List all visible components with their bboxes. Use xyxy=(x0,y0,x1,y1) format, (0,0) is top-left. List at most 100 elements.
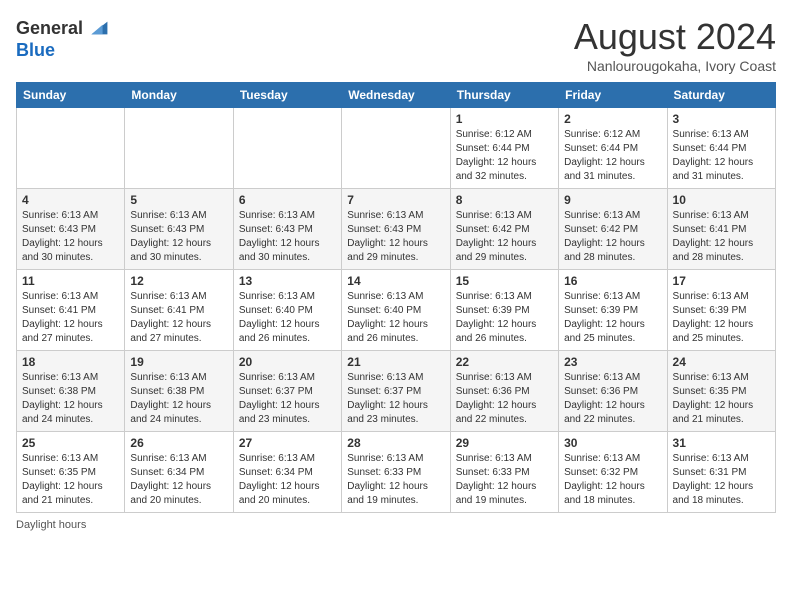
footer-text: Daylight hours xyxy=(16,519,86,531)
calendar-cell: 9 Sunrise: 6:13 AM Sunset: 6:42 PM Daylig… xyxy=(559,189,667,270)
calendar-cell: 16Sunrise: 6:13 AM Sunset: 6:39 PM Dayli… xyxy=(559,270,667,351)
calendar-week-5: 25Sunrise: 6:13 AM Sunset: 6:35 PM Dayli… xyxy=(17,432,776,513)
day-info: Sunrise: 6:13 AM Sunset: 6:40 PM Dayligh… xyxy=(347,290,444,346)
day-info: Sunrise: 6:13 AM Sunset: 6:40 PM Dayligh… xyxy=(239,290,336,346)
day-info: Sunrise: 6:12 AM Sunset: 6:44 PM Dayligh… xyxy=(456,128,553,184)
day-number: 26 xyxy=(130,436,227,450)
day-info: Sunrise: 6:13 AM Sunset: 6:37 PM Dayligh… xyxy=(347,371,444,427)
day-number: 22 xyxy=(456,355,553,369)
calendar-cell xyxy=(125,108,233,189)
footer: Daylight hours xyxy=(16,519,776,531)
day-number: 18 xyxy=(22,355,119,369)
calendar-header-wednesday: Wednesday xyxy=(342,83,450,108)
location: Nanlourougokaha, Ivory Coast xyxy=(574,58,776,74)
day-number: 8 xyxy=(456,193,553,207)
day-number: 21 xyxy=(347,355,444,369)
day-info: Sunrise: 6:13 AM Sunset: 6:34 PM Dayligh… xyxy=(130,452,227,508)
day-info: Sunrise: 6:13 AM Sunset: 6:33 PM Dayligh… xyxy=(347,452,444,508)
day-info: Sunrise: 6:13 AM Sunset: 6:41 PM Dayligh… xyxy=(22,290,119,346)
page-header: General Blue August 2024 Nanlourougokaha… xyxy=(16,16,776,74)
calendar-cell: 19Sunrise: 6:13 AM Sunset: 6:38 PM Dayli… xyxy=(125,351,233,432)
day-info: Sunrise: 6:13 AM Sunset: 6:36 PM Dayligh… xyxy=(564,371,661,427)
calendar-cell: 29Sunrise: 6:13 AM Sunset: 6:33 PM Dayli… xyxy=(450,432,558,513)
day-info: Sunrise: 6:13 AM Sunset: 6:36 PM Dayligh… xyxy=(456,371,553,427)
calendar-cell: 14 Sunrise: 6:13 AM Sunset: 6:40 PM Dayli… xyxy=(342,270,450,351)
day-number: 15 xyxy=(456,274,553,288)
calendar-header-friday: Friday xyxy=(559,83,667,108)
day-info: Sunrise: 6:13 AM Sunset: 6:42 PM Dayligh… xyxy=(564,209,661,265)
calendar-cell: 11 Sunrise: 6:13 AM Sunset: 6:41 PM Dayli… xyxy=(17,270,125,351)
calendar-week-3: 11 Sunrise: 6:13 AM Sunset: 6:41 PM Dayli… xyxy=(17,270,776,351)
calendar-cell: 25Sunrise: 6:13 AM Sunset: 6:35 PM Dayli… xyxy=(17,432,125,513)
day-number: 5 xyxy=(130,193,227,207)
day-info: Sunrise: 6:13 AM Sunset: 6:44 PM Dayligh… xyxy=(673,128,770,184)
calendar-cell: 7 Sunrise: 6:13 AM Sunset: 6:43 PM Daylig… xyxy=(342,189,450,270)
day-number: 1 xyxy=(456,112,553,126)
calendar-cell: 17 Sunrise: 6:13 AM Sunset: 6:39 PM Dayli… xyxy=(667,270,775,351)
title-area: August 2024 Nanlourougokaha, Ivory Coast xyxy=(574,16,776,74)
day-info: Sunrise: 6:13 AM Sunset: 6:39 PM Dayligh… xyxy=(673,290,770,346)
calendar-cell: 30 Sunrise: 6:13 AM Sunset: 6:32 PM Dayli… xyxy=(559,432,667,513)
logo-general-text: General xyxy=(16,18,83,39)
day-number: 2 xyxy=(564,112,661,126)
calendar-cell xyxy=(342,108,450,189)
calendar-cell: 3 Sunrise: 6:13 AM Sunset: 6:44 PM Daylig… xyxy=(667,108,775,189)
day-number: 31 xyxy=(673,436,770,450)
day-info: Sunrise: 6:13 AM Sunset: 6:43 PM Dayligh… xyxy=(22,209,119,265)
day-number: 13 xyxy=(239,274,336,288)
day-info: Sunrise: 6:13 AM Sunset: 6:43 PM Dayligh… xyxy=(347,209,444,265)
calendar-week-4: 18 Sunrise: 6:13 AM Sunset: 6:38 PM Dayli… xyxy=(17,351,776,432)
calendar-cell: 28 Sunrise: 6:13 AM Sunset: 6:33 PM Dayli… xyxy=(342,432,450,513)
calendar-cell xyxy=(233,108,341,189)
month-title: August 2024 xyxy=(574,16,776,58)
day-info: Sunrise: 6:13 AM Sunset: 6:41 PM Dayligh… xyxy=(673,209,770,265)
day-number: 7 xyxy=(347,193,444,207)
calendar-cell: 31 Sunrise: 6:13 AM Sunset: 6:31 PM Dayli… xyxy=(667,432,775,513)
day-number: 4 xyxy=(22,193,119,207)
calendar-week-2: 4 Sunrise: 6:13 AM Sunset: 6:43 PM Daylig… xyxy=(17,189,776,270)
calendar-cell: 4 Sunrise: 6:13 AM Sunset: 6:43 PM Daylig… xyxy=(17,189,125,270)
day-number: 6 xyxy=(239,193,336,207)
calendar-cell: 10Sunrise: 6:13 AM Sunset: 6:41 PM Dayli… xyxy=(667,189,775,270)
calendar-week-1: 1 Sunrise: 6:12 AM Sunset: 6:44 PM Daylig… xyxy=(17,108,776,189)
calendar-header-tuesday: Tuesday xyxy=(233,83,341,108)
day-number: 3 xyxy=(673,112,770,126)
day-number: 25 xyxy=(22,436,119,450)
day-info: Sunrise: 6:13 AM Sunset: 6:32 PM Dayligh… xyxy=(564,452,661,508)
logo: General Blue xyxy=(16,16,109,61)
day-number: 17 xyxy=(673,274,770,288)
calendar-cell: 5 Sunrise: 6:13 AM Sunset: 6:43 PM Daylig… xyxy=(125,189,233,270)
calendar-cell: 12Sunrise: 6:13 AM Sunset: 6:41 PM Dayli… xyxy=(125,270,233,351)
calendar-cell: 22 Sunrise: 6:13 AM Sunset: 6:36 PM Dayli… xyxy=(450,351,558,432)
day-info: Sunrise: 6:13 AM Sunset: 6:35 PM Dayligh… xyxy=(673,371,770,427)
day-number: 29 xyxy=(456,436,553,450)
day-number: 9 xyxy=(564,193,661,207)
day-number: 27 xyxy=(239,436,336,450)
calendar-cell: 26 Sunrise: 6:13 AM Sunset: 6:34 PM Dayli… xyxy=(125,432,233,513)
day-info: Sunrise: 6:13 AM Sunset: 6:38 PM Dayligh… xyxy=(130,371,227,427)
calendar-cell: 6Sunrise: 6:13 AM Sunset: 6:43 PM Daylig… xyxy=(233,189,341,270)
calendar-cell: 2Sunrise: 6:12 AM Sunset: 6:44 PM Daylig… xyxy=(559,108,667,189)
day-number: 28 xyxy=(347,436,444,450)
logo-icon xyxy=(85,16,109,40)
day-number: 12 xyxy=(130,274,227,288)
calendar-cell: 27 Sunrise: 6:13 AM Sunset: 6:34 PM Dayli… xyxy=(233,432,341,513)
day-info: Sunrise: 6:13 AM Sunset: 6:42 PM Dayligh… xyxy=(456,209,553,265)
day-number: 11 xyxy=(22,274,119,288)
calendar-cell: 23 Sunrise: 6:13 AM Sunset: 6:36 PM Dayli… xyxy=(559,351,667,432)
day-info: Sunrise: 6:13 AM Sunset: 6:31 PM Dayligh… xyxy=(673,452,770,508)
day-info: Sunrise: 6:13 AM Sunset: 6:39 PM Dayligh… xyxy=(456,290,553,346)
calendar-header-saturday: Saturday xyxy=(667,83,775,108)
day-number: 30 xyxy=(564,436,661,450)
calendar-cell: 1 Sunrise: 6:12 AM Sunset: 6:44 PM Daylig… xyxy=(450,108,558,189)
day-info: Sunrise: 6:13 AM Sunset: 6:34 PM Dayligh… xyxy=(239,452,336,508)
calendar-cell: 24 Sunrise: 6:13 AM Sunset: 6:35 PM Dayli… xyxy=(667,351,775,432)
day-number: 14 xyxy=(347,274,444,288)
day-number: 23 xyxy=(564,355,661,369)
calendar-header-row: SundayMondayTuesdayWednesdayThursdayFrid… xyxy=(17,83,776,108)
day-info: Sunrise: 6:13 AM Sunset: 6:43 PM Dayligh… xyxy=(130,209,227,265)
calendar-header-thursday: Thursday xyxy=(450,83,558,108)
calendar-header-monday: Monday xyxy=(125,83,233,108)
day-number: 24 xyxy=(673,355,770,369)
day-info: Sunrise: 6:13 AM Sunset: 6:39 PM Dayligh… xyxy=(564,290,661,346)
